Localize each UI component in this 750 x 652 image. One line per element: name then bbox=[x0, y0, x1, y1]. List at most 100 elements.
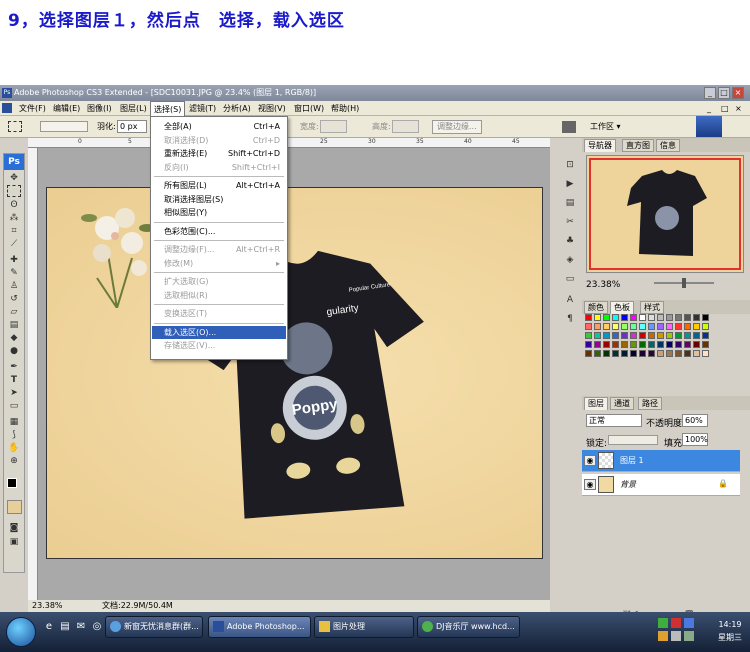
color-swatch[interactable] bbox=[594, 323, 601, 330]
color-swatch[interactable] bbox=[603, 341, 610, 348]
crop-tool-icon[interactable]: ⌗ bbox=[7, 225, 21, 237]
tray-input-icon[interactable] bbox=[658, 631, 668, 641]
opacity-input[interactable]: 60% bbox=[682, 414, 708, 427]
quicklaunch-folder-icon[interactable]: ◎ bbox=[90, 620, 104, 634]
color-swatch[interactable] bbox=[675, 314, 682, 321]
height-input[interactable] bbox=[392, 120, 419, 133]
color-swatch[interactable] bbox=[612, 341, 619, 348]
blend-mode-select[interactable]: 正常 bbox=[586, 414, 642, 427]
color-swatch[interactable] bbox=[693, 332, 700, 339]
color-swatch[interactable] bbox=[702, 341, 709, 348]
color-swatch[interactable] bbox=[693, 323, 700, 330]
lasso-tool-icon[interactable]: ʘ bbox=[7, 199, 21, 211]
tab-info[interactable]: 信息 bbox=[656, 139, 680, 152]
move-tool-icon[interactable]: ✥ bbox=[7, 172, 21, 184]
color-swatch[interactable] bbox=[648, 341, 655, 348]
menu-analysis[interactable]: 分析(A) bbox=[220, 101, 254, 116]
color-swatch[interactable] bbox=[666, 350, 673, 357]
pen-tool-icon[interactable]: ✒ bbox=[7, 361, 21, 373]
dock-navigator-icon[interactable]: ⊡ bbox=[560, 158, 580, 173]
color-swatch[interactable] bbox=[684, 341, 691, 348]
dock-history-icon[interactable]: ▤ bbox=[560, 196, 580, 211]
color-swatch[interactable] bbox=[666, 341, 673, 348]
color-swatch[interactable] bbox=[585, 332, 592, 339]
tray-network-icon[interactable] bbox=[658, 618, 668, 628]
dock-brushes-icon[interactable]: ♣ bbox=[560, 234, 580, 249]
color-swatch[interactable] bbox=[666, 332, 673, 339]
taskbar-clock[interactable]: 14:19 星期三 bbox=[718, 618, 742, 644]
dock-layer-comps-icon[interactable]: ▭ bbox=[560, 272, 580, 287]
notes-tool-icon[interactable]: ▦ bbox=[7, 416, 21, 428]
color-swatch[interactable] bbox=[648, 323, 655, 330]
color-swatch[interactable] bbox=[657, 350, 664, 357]
color-swatch[interactable] bbox=[702, 314, 709, 321]
menu-layer[interactable]: 图层(L) bbox=[117, 101, 150, 116]
tab-swatches[interactable]: 色板 bbox=[610, 301, 634, 314]
start-button[interactable] bbox=[6, 617, 36, 647]
navigator-zoom-value[interactable]: 23.38% bbox=[586, 280, 620, 290]
color-swatch[interactable] bbox=[603, 314, 610, 321]
menu-select[interactable]: 选择(S) bbox=[150, 101, 186, 116]
select-menu-item[interactable]: 取消选择图层(S) bbox=[152, 193, 286, 206]
close-button[interactable]: × bbox=[732, 87, 744, 99]
marquee-preset-icon[interactable] bbox=[8, 121, 22, 132]
width-input[interactable] bbox=[320, 120, 347, 133]
color-swatch[interactable] bbox=[585, 341, 592, 348]
color-swatch[interactable] bbox=[630, 341, 637, 348]
color-swatch[interactable] bbox=[684, 350, 691, 357]
color-swatch[interactable] bbox=[585, 350, 592, 357]
file-browser-icon[interactable] bbox=[562, 121, 576, 133]
menu-window[interactable]: 窗口(W) bbox=[291, 101, 327, 116]
brush-tool-icon[interactable]: ✎ bbox=[7, 267, 21, 279]
foreground-color-swatch[interactable] bbox=[7, 478, 17, 488]
color-swatch[interactable] bbox=[684, 332, 691, 339]
hand-tool-icon[interactable]: ✋ bbox=[7, 442, 21, 454]
workspace-menu[interactable]: 工作区 ▾ bbox=[590, 116, 621, 138]
color-swatch[interactable] bbox=[648, 350, 655, 357]
color-swatch[interactable] bbox=[684, 314, 691, 321]
slice-tool-icon[interactable]: ⟋ bbox=[7, 238, 21, 250]
tab-paths[interactable]: 路径 bbox=[638, 397, 662, 410]
color-swatch[interactable] bbox=[630, 314, 637, 321]
color-swatch[interactable] bbox=[621, 341, 628, 348]
status-zoom[interactable]: 23.38% bbox=[32, 600, 63, 612]
color-swatch[interactable] bbox=[639, 314, 646, 321]
color-swatch[interactable] bbox=[630, 332, 637, 339]
selection-mode-icons[interactable] bbox=[40, 121, 88, 132]
doc-restore-button[interactable]: □ bbox=[718, 101, 732, 116]
color-swatch[interactable] bbox=[702, 323, 709, 330]
healing-brush-icon[interactable]: ✚ bbox=[7, 254, 21, 266]
zoom-tool-icon[interactable]: ⊕ bbox=[7, 455, 21, 467]
taskbar-button-folder[interactable]: 图片处理 bbox=[314, 616, 414, 638]
eyedropper-tool-icon[interactable]: ⟆ bbox=[7, 429, 21, 441]
select-menu-item[interactable]: 所有图层(L) Alt+Ctrl+A bbox=[152, 179, 286, 192]
tray-volume-icon[interactable] bbox=[671, 631, 681, 641]
color-swatch[interactable] bbox=[585, 323, 592, 330]
color-swatch[interactable] bbox=[639, 323, 646, 330]
system-tray[interactable] bbox=[658, 618, 702, 644]
color-swatch[interactable] bbox=[585, 314, 592, 321]
color-swatch[interactable] bbox=[612, 323, 619, 330]
tab-histogram[interactable]: 直方图 bbox=[622, 139, 654, 152]
taskbar-button-qq[interactable]: 新窗无忧消息群(群... bbox=[105, 616, 203, 638]
color-swatch[interactable] bbox=[594, 332, 601, 339]
color-swatch[interactable] bbox=[684, 323, 691, 330]
dodge-tool-icon[interactable]: ● bbox=[7, 345, 21, 357]
blur-tool-icon[interactable]: ◆ bbox=[7, 332, 21, 344]
quicklaunch-ie-icon[interactable]: e bbox=[42, 620, 56, 634]
color-swatch[interactable] bbox=[675, 341, 682, 348]
color-swatch[interactable] bbox=[603, 323, 610, 330]
gradient-tool-icon[interactable]: ▤ bbox=[7, 319, 21, 331]
quick-mask-icon[interactable] bbox=[7, 500, 22, 514]
color-swatch[interactable] bbox=[621, 314, 628, 321]
tab-navigator[interactable]: 导航器 bbox=[584, 139, 616, 152]
color-swatch[interactable] bbox=[639, 332, 646, 339]
menu-help[interactable]: 帮助(H) bbox=[328, 101, 362, 116]
taskbar-button-browser[interactable]: DJ音乐厅 www.hcd... bbox=[417, 616, 520, 638]
menu-edit[interactable]: 编辑(E) bbox=[50, 101, 83, 116]
color-swatch[interactable] bbox=[603, 332, 610, 339]
minimize-button[interactable]: _ bbox=[704, 87, 716, 99]
color-swatch[interactable] bbox=[693, 350, 700, 357]
fill-input[interactable]: 100% bbox=[682, 433, 708, 446]
swatch-grid[interactable] bbox=[585, 314, 737, 370]
